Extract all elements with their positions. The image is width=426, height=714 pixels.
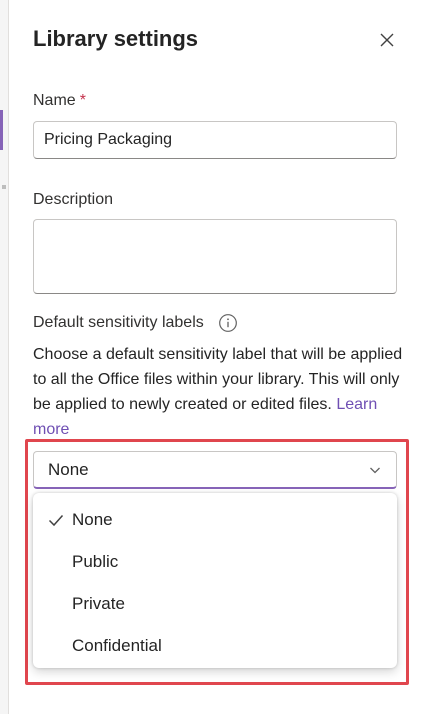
description-label: Description xyxy=(33,191,114,208)
panel-title: Library settings xyxy=(33,26,199,51)
sensitivity-help-text: Choose a default sensitivity label that … xyxy=(33,342,403,442)
sensitivity-selected-value: None xyxy=(48,459,89,479)
name-input[interactable]: Pricing Packaging xyxy=(33,121,397,159)
name-label-text: Name xyxy=(33,92,76,109)
option-label: Confidential xyxy=(72,636,162,655)
info-icon[interactable] xyxy=(218,313,238,333)
close-button[interactable] xyxy=(375,28,399,52)
option-public[interactable]: Public xyxy=(33,541,397,583)
sensitivity-label-text: Default sensitivity labels xyxy=(33,314,204,332)
checkmark-icon xyxy=(48,514,64,527)
description-input[interactable] xyxy=(33,219,397,294)
background-nav-marker xyxy=(2,185,6,189)
option-label: Public xyxy=(72,552,119,571)
sensitivity-label: Default sensitivity labels xyxy=(33,313,238,333)
name-input-value: Pricing Packaging xyxy=(44,131,173,148)
sensitivity-dropdown[interactable]: None xyxy=(33,451,397,489)
background-page-edge xyxy=(0,0,9,714)
option-none[interactable]: None xyxy=(33,499,397,541)
screen: Library settings Name * Pricing Packaging… xyxy=(0,0,426,714)
required-marker: * xyxy=(79,92,86,109)
sensitivity-options-list: None Public Private Confidential xyxy=(33,493,397,668)
option-label: Private xyxy=(72,594,125,613)
library-settings-panel: Library settings Name * Pricing Packaging… xyxy=(9,0,426,714)
close-icon xyxy=(380,33,394,47)
chevron-down-icon xyxy=(368,463,382,477)
option-private[interactable]: Private xyxy=(33,583,397,625)
name-label: Name * xyxy=(33,92,86,110)
option-confidential[interactable]: Confidential xyxy=(33,625,397,667)
option-label: None xyxy=(72,510,113,529)
background-nav-accent xyxy=(0,110,3,150)
